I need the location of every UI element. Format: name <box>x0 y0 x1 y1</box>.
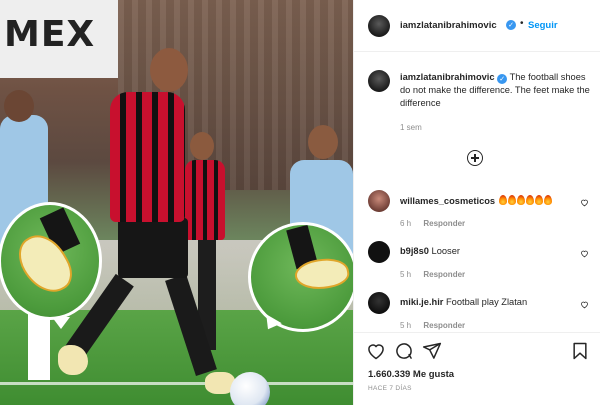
reply-button[interactable]: Responder <box>423 219 465 228</box>
comment-username[interactable]: b9j8s0 <box>400 246 429 256</box>
milan-player-back-head <box>190 132 214 160</box>
stadium-billboard: MEX <box>0 0 118 78</box>
comment-text: Football play Zlatan <box>446 297 528 307</box>
zlatan-shirt <box>110 92 185 222</box>
post-header: iamzlatanibrahimovic ✓ • Seguir <box>354 0 600 52</box>
bookmark-icon[interactable] <box>570 341 590 361</box>
comment-bubble-icon[interactable] <box>394 341 414 361</box>
boot-zoom-right <box>248 222 353 332</box>
comment-meta: 5 h Responder <box>400 270 465 279</box>
post-actions: 1.660.339 Me gusta HACE 7 DÍAS <box>354 332 600 405</box>
football <box>230 372 270 405</box>
avatar[interactable] <box>368 241 390 263</box>
plus-circle-icon[interactable] <box>467 150 483 166</box>
comment-heart-icon[interactable] <box>580 249 589 258</box>
pitch-line <box>0 382 353 385</box>
comment-time[interactable]: 5 h <box>400 321 411 330</box>
caption-avatar[interactable] <box>368 70 390 92</box>
comment-time[interactable]: 6 h <box>400 219 411 228</box>
zoom-left-pointer <box>52 317 70 329</box>
zlatan-head <box>150 48 188 92</box>
paper-plane-icon[interactable] <box>422 341 442 361</box>
caption-time[interactable]: 1 sem <box>400 123 422 132</box>
billboard-text: MEX <box>4 14 96 55</box>
avatar[interactable] <box>368 190 390 212</box>
comment-content: miki.je.hir Football play Zlatan <box>400 297 527 307</box>
milan-player-back-body <box>185 160 225 240</box>
boot-zoom-left <box>0 202 102 320</box>
comment-item: willames_cosmeticos 6 h Responder <box>354 190 600 236</box>
like-count[interactable]: 1.660.339 Me gusta <box>368 369 454 380</box>
caption-username[interactable]: iamzlatanibrahimovic <box>400 72 495 82</box>
heart-icon[interactable] <box>366 341 386 361</box>
header-username[interactable]: iamzlatanibrahimovic <box>400 20 497 31</box>
post-caption: iamzlatanibrahimovic ✓ The football shoe… <box>400 71 590 110</box>
lazio-player-left-head <box>4 90 34 122</box>
comment-content: b9j8s0 Looser <box>400 246 460 256</box>
comment-content: willames_cosmeticos <box>400 195 552 206</box>
comment-text: Looser <box>431 246 460 256</box>
comment-username[interactable]: miki.je.hir <box>400 297 443 307</box>
avatar[interactable] <box>368 15 390 37</box>
reply-button[interactable]: Responder <box>423 321 465 330</box>
instagram-post: MEX iamzlatanibrahimovic ✓ • Seguir iamz… <box>0 0 600 405</box>
post-photo[interactable]: MEX <box>0 0 353 405</box>
comment-username[interactable]: willames_cosmeticos <box>400 196 495 206</box>
reply-button[interactable]: Responder <box>423 270 465 279</box>
comment-meta: 5 h Responder <box>400 321 465 330</box>
zlatan-shorts <box>118 218 188 278</box>
comment-heart-icon[interactable] <box>580 300 589 309</box>
comment-time[interactable]: 5 h <box>400 270 411 279</box>
verified-badge-icon: ✓ <box>497 74 508 84</box>
post-side-panel: iamzlatanibrahimovic ✓ • Seguir iamzlata… <box>353 0 600 405</box>
lazio-player-right-head <box>308 125 338 159</box>
follow-button[interactable]: Seguir <box>528 20 558 31</box>
avatar[interactable] <box>368 292 390 314</box>
comment-meta: 6 h Responder <box>400 219 465 228</box>
verified-badge-icon: ✓ <box>506 20 516 30</box>
fire-emoji-icon <box>498 195 552 206</box>
zlatan-left-boot <box>58 345 88 375</box>
header-separator: • <box>520 18 524 29</box>
post-date[interactable]: HACE 7 DÍAS <box>368 385 412 392</box>
comment-item: b9j8s0 Looser 5 h Responder <box>354 241 600 287</box>
comment-heart-icon[interactable] <box>580 198 589 207</box>
